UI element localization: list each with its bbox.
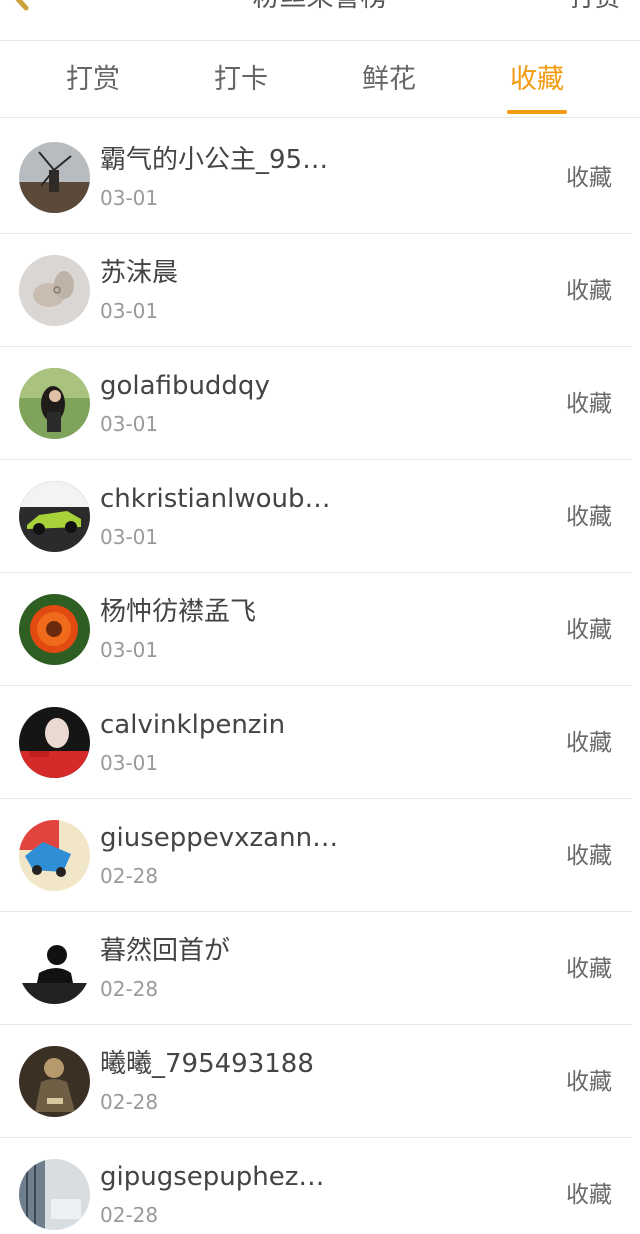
- window-avatar-image: [19, 1159, 90, 1230]
- list-item[interactable]: 暮然回首が 02-28 收藏: [0, 912, 632, 1025]
- windmill-avatar-image: [19, 142, 90, 213]
- tip-button[interactable]: 打赏: [570, 0, 620, 18]
- user-name: gipugsepuphez…: [100, 1162, 325, 1192]
- avatar[interactable]: [19, 1046, 90, 1117]
- tab-label: 打卡: [214, 64, 268, 95]
- list-item[interactable]: golafibuddqy 03-01 收藏: [0, 347, 632, 460]
- favorite-label: 收藏: [566, 504, 612, 530]
- avatar[interactable]: [19, 142, 90, 213]
- flower-avatar-image: [19, 594, 90, 665]
- hands-avatar-image: [19, 255, 90, 326]
- user-name: golafibuddqy: [100, 371, 270, 401]
- favorite-date: 03-01: [100, 412, 159, 436]
- favorite-label: 收藏: [566, 617, 612, 643]
- avatar[interactable]: [19, 707, 90, 778]
- tab-tip[interactable]: 打赏: [19, 41, 167, 117]
- user-name: chkristianlwoub…: [100, 484, 331, 514]
- tab-checkin[interactable]: 打卡: [167, 41, 315, 117]
- favorite-date: 03-01: [100, 638, 159, 662]
- page-title: 粉丝荣誉榜: [0, 0, 640, 18]
- avatar[interactable]: [19, 481, 90, 552]
- favorite-label: 收藏: [566, 730, 612, 756]
- tab-label: 打赏: [66, 64, 120, 95]
- list-item[interactable]: giuseppevxzann… 02-28 收藏: [0, 799, 632, 912]
- list-item[interactable]: 曦曦_795493188 02-28 收藏: [0, 1025, 632, 1138]
- user-name: calvinklpenzin: [100, 710, 286, 740]
- toy-car-avatar-image: [19, 820, 90, 891]
- list-item[interactable]: 苏沫晨 03-01 收藏: [0, 234, 632, 347]
- active-tab-indicator: [507, 110, 567, 114]
- avatar[interactable]: [19, 368, 90, 439]
- nav-bar: 粉丝荣誉榜 打赏: [0, 0, 640, 41]
- favorite-date: 02-28: [100, 1090, 159, 1114]
- user-name: 霸气的小公主_95…: [100, 145, 329, 175]
- silhouette-avatar-image: [19, 933, 90, 1004]
- avatar[interactable]: [19, 594, 90, 665]
- favorite-date: 02-28: [100, 977, 159, 1001]
- user-name: 杨忡彷襟孟飞: [100, 597, 257, 627]
- favorite-date: 03-01: [100, 186, 159, 210]
- favorite-date: 03-01: [100, 525, 159, 549]
- favorite-label: 收藏: [566, 165, 612, 191]
- user-name: 苏沫晨: [100, 258, 179, 288]
- avatar[interactable]: [19, 1159, 90, 1230]
- favorite-date: 03-01: [100, 299, 159, 323]
- list-item[interactable]: calvinklpenzin 03-01 收藏: [0, 686, 632, 799]
- favorite-date: 02-28: [100, 864, 159, 888]
- user-name: 曦曦_795493188: [100, 1049, 314, 1079]
- tab-bar: 打赏 打卡 鲜花 收藏: [0, 41, 640, 118]
- favorite-date: 03-01: [100, 751, 159, 775]
- list-item[interactable]: 杨忡彷襟孟飞 03-01 收藏: [0, 573, 632, 686]
- tab-favorites[interactable]: 收藏: [463, 41, 611, 117]
- woman-avatar-image: [19, 368, 90, 439]
- avatar[interactable]: [19, 820, 90, 891]
- list-item[interactable]: gipugsepuphez… 02-28 收藏: [0, 1138, 632, 1234]
- favorite-label: 收藏: [566, 843, 612, 869]
- favorite-date: 02-28: [100, 1203, 159, 1227]
- favorite-label: 收藏: [566, 391, 612, 417]
- favorite-label: 收藏: [566, 1182, 612, 1208]
- user-name: 暮然回首が: [100, 936, 231, 966]
- tab-label: 鲜花: [362, 64, 416, 95]
- favorite-label: 收藏: [566, 1069, 612, 1095]
- user-name: giuseppevxzann…: [100, 823, 339, 853]
- page: 粉丝荣誉榜 打赏 打赏 打卡 鲜花 收藏 霸气的小公主_95… 03-01 收藏: [0, 0, 640, 1234]
- soldier-avatar-image: [19, 1046, 90, 1117]
- car-avatar-image: [19, 481, 90, 552]
- favorite-label: 收藏: [566, 956, 612, 982]
- fan-list: 霸气的小公主_95… 03-01 收藏 苏沫晨 03-01 收藏 golafib…: [0, 121, 640, 1234]
- avatar[interactable]: [19, 933, 90, 1004]
- favorite-label: 收藏: [566, 278, 612, 304]
- list-item[interactable]: 霸气的小公主_95… 03-01 收藏: [0, 121, 632, 234]
- tab-label: 收藏: [510, 64, 564, 95]
- portrait-avatar-image: [19, 707, 90, 778]
- tab-flowers[interactable]: 鲜花: [315, 41, 463, 117]
- avatar[interactable]: [19, 255, 90, 326]
- list-item[interactable]: chkristianlwoub… 03-01 收藏: [0, 460, 632, 573]
